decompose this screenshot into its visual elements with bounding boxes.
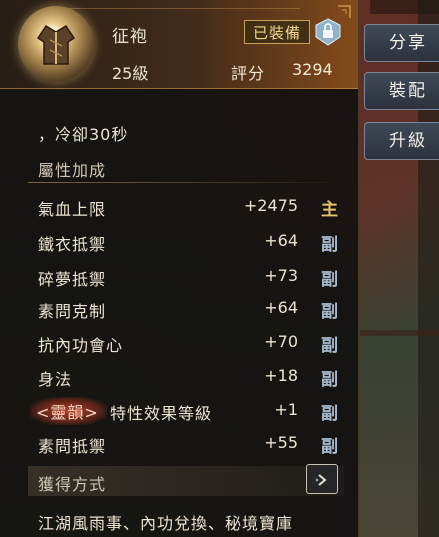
attribute-row: 鐵衣抵禦 +64 副 [38,231,338,257]
share-button[interactable]: 分享 [364,24,439,62]
attribute-row: 抗內功會心 +70 副 [38,332,338,358]
attribute-value: +64 [264,231,298,250]
item-header: 征袍 25級 評分 3294 已裝備 [0,0,358,89]
attribute-value: +1 [274,400,298,419]
attribute-name: 氣血上限 [38,200,107,219]
armor-robe-icon [18,6,94,82]
score-value: 3294 [292,60,333,79]
score-label: 評分 [231,64,266,83]
attribute-value: +55 [264,433,298,452]
item-level: 25級 [112,64,149,83]
source-section-title: 獲得方式 [38,475,107,494]
lock-icon[interactable] [315,18,341,46]
attribute-sub-tag: 副 [321,235,338,255]
item-name: 征袍 [112,27,148,47]
attribute-main-tag: 主 [321,200,338,220]
attribute-sub-tag: 副 [321,270,338,290]
upgrade-button[interactable]: 升級 [364,122,439,160]
attribute-value: +70 [264,332,298,351]
attribute-name: 特性效果等級 [110,404,213,423]
source-expand-button[interactable] [306,464,338,494]
attribute-value: +73 [264,266,298,285]
attributes-section-title: 屬性加成 [38,161,107,180]
attribute-name: 素問抵禦 [38,437,107,456]
equipped-status-badge: 已裝備 [244,20,310,44]
attribute-row: 碎夢抵禦 +73 副 [38,266,338,292]
attribute-name: 素問克制 [38,302,107,321]
attribute-row: 素問克制 +64 副 [38,298,338,324]
attribute-sub-tag: 副 [321,404,338,424]
source-methods-text: 江湖風雨事、內功兌換、秘境寶庫 [38,514,294,533]
attribute-sub-tag: 副 [321,370,338,390]
cooldown-text: ，冷卻30秒 [38,125,129,144]
source-section-header: 獲得方式 [28,466,344,496]
linggyun-badge: <靈韻> [30,397,107,425]
attribute-name: 抗內功會心 [38,336,124,355]
attribute-sub-tag: 副 [321,437,338,457]
section-divider [28,182,330,183]
attribute-sub-tag: 副 [321,302,338,322]
item-tooltip-panel: 征袍 25級 評分 3294 已裝備 ，冷卻30秒 屬性加成 氣血上限 +247… [0,0,359,537]
attribute-row-linggyun: <靈韻> 特性效果等級 +1 副 [30,397,338,426]
attribute-value: +18 [264,366,298,385]
attribute-value: +64 [264,298,298,317]
attribute-row: 身法 +18 副 [38,366,338,392]
attribute-row: 素問抵禦 +55 副 [38,433,338,459]
equip-button[interactable]: 裝配 [364,72,439,110]
attribute-value: +2475 [243,196,298,215]
attribute-name: 碎夢抵禦 [38,270,107,289]
attribute-name: 鐵衣抵禦 [38,235,107,254]
attribute-row: 氣血上限 +2475 主 [38,196,338,222]
attribute-name: 身法 [38,370,73,389]
attribute-sub-tag: 副 [321,336,338,356]
chevron-right-icon [315,473,327,486]
